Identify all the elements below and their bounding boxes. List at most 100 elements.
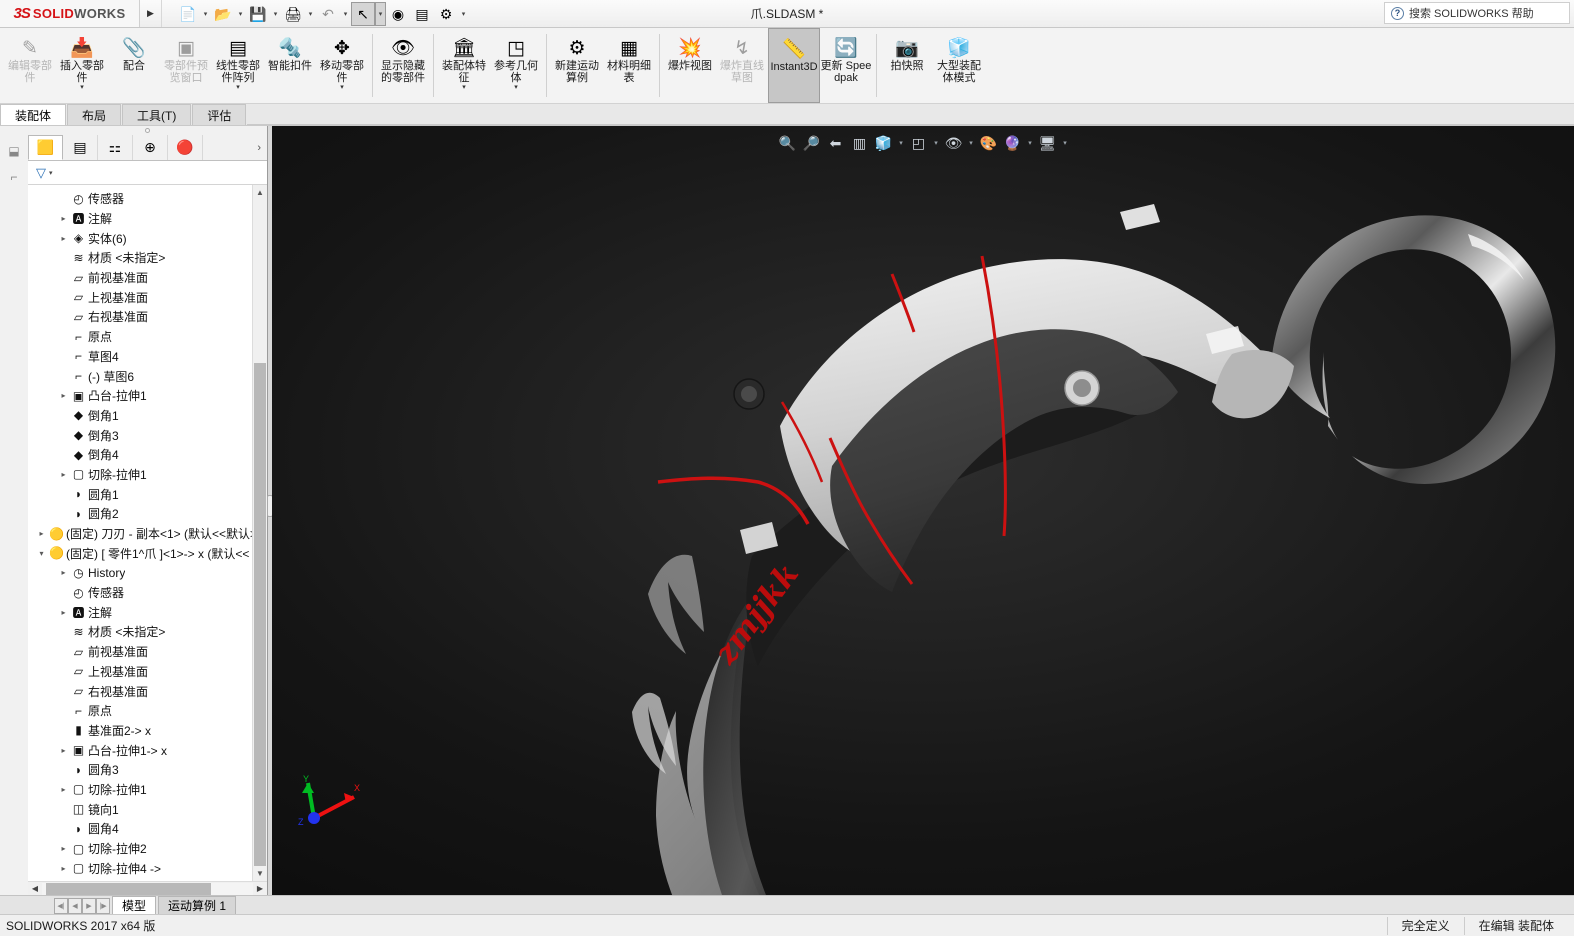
tree-item[interactable]: ◗ 圆角3 bbox=[28, 760, 267, 780]
ribbon-button-mate-paperclip[interactable]: 📎 配合 bbox=[108, 28, 160, 103]
tree-item[interactable]: ◆ 倒角3 bbox=[28, 425, 267, 445]
dimxpert-manager[interactable]: ⊕ bbox=[133, 135, 168, 160]
tree-item[interactable]: ▸ ▢ 切除-拉伸1 bbox=[28, 465, 267, 485]
property-manager[interactable]: ▤ bbox=[63, 135, 98, 160]
hscroll-track[interactable] bbox=[42, 882, 253, 895]
ribbon-button-new-motion-study[interactable]: ⚙ 新建运动算例 bbox=[551, 28, 603, 103]
ribbon-button-insert-component[interactable]: 📥 插入零部件 ▾ bbox=[56, 28, 108, 103]
chevron-down-icon[interactable]: ▾ bbox=[375, 1, 386, 26]
panel-expand-arrow-icon[interactable]: › bbox=[257, 142, 267, 154]
cursor-arrow-icon[interactable]: ↖ bbox=[351, 1, 375, 26]
ribbon-button-update-speedpak[interactable]: 🔄 更新 Speedpak bbox=[820, 28, 872, 103]
chevron-down-icon[interactable]: ▾ bbox=[49, 169, 53, 177]
new-document-icon[interactable]: 📄 bbox=[176, 2, 200, 26]
ribbon-button-reference-geometry[interactable]: ◳ 参考几何体 ▾ bbox=[490, 28, 542, 103]
tree-expand-arrow-icon[interactable]: ▸ bbox=[58, 746, 69, 755]
tree-item[interactable]: ▸ ▣ 凸台-拉伸1 bbox=[28, 386, 267, 406]
tree-item[interactable]: ▮ 基准面2-> x bbox=[28, 721, 267, 741]
command-tab-布局[interactable]: 布局 bbox=[67, 104, 122, 125]
tree-expand-arrow-icon[interactable]: ▸ bbox=[58, 214, 69, 223]
chevron-down-icon[interactable]: ▾ bbox=[270, 2, 281, 26]
help-search-box[interactable]: ? 搜索 SOLIDWORKS 帮助 bbox=[1384, 2, 1570, 24]
tree-item[interactable]: ▸ 🅰 注解 bbox=[28, 209, 267, 229]
ribbon-button-assembly-feature[interactable]: 🏛 装配体特征 ▾ bbox=[438, 28, 490, 103]
tree-item[interactable]: ▸ ▣ 凸台-拉伸1-> x bbox=[28, 740, 267, 760]
next-config-button[interactable]: ▶ bbox=[82, 898, 96, 914]
first-config-button[interactable]: ◀| bbox=[54, 898, 68, 914]
tree-item[interactable]: ◆ 倒角1 bbox=[28, 406, 267, 426]
tree-expand-arrow-icon[interactable]: ▸ bbox=[58, 608, 69, 617]
tree-item[interactable]: ⌐ 草图4 bbox=[28, 347, 267, 367]
funnel-filter-icon[interactable]: ▽ bbox=[36, 165, 46, 181]
open-folder-icon[interactable]: 📂 bbox=[211, 2, 235, 26]
command-tab-工具(T)[interactable]: 工具(T) bbox=[122, 104, 192, 125]
tree-item[interactable]: ◴ 传感器 bbox=[28, 189, 267, 209]
tree-item[interactable]: ▸ ▢ 切除-拉伸2 bbox=[28, 839, 267, 859]
ribbon-button-linear-component-pattern[interactable]: ▤ 线性零部件阵列 ▾ bbox=[212, 28, 264, 103]
scroll-up-arrow-icon[interactable]: ▲ bbox=[253, 185, 267, 200]
tree-item[interactable]: ▸ 🅰 注解 bbox=[28, 602, 267, 622]
tree-filter-bar[interactable]: ▽ ▾ bbox=[28, 161, 267, 185]
command-tab-评估[interactable]: 评估 bbox=[192, 104, 247, 125]
chevron-down-icon[interactable]: ▾ bbox=[514, 84, 518, 92]
tree-item[interactable]: ◴ 传感器 bbox=[28, 583, 267, 603]
tree-item[interactable]: ▱ 右视基准面 bbox=[28, 307, 267, 327]
ribbon-button-instant3d[interactable]: 📏 Instant3D bbox=[768, 28, 820, 103]
tree-item[interactable]: ▸ ▢ 切除-拉伸4 -> bbox=[28, 858, 267, 878]
ribbon-button-move-component[interactable]: ✥ 移动零部件 ▾ bbox=[316, 28, 368, 103]
chevron-down-icon[interactable]: ▾ bbox=[200, 2, 211, 26]
display-manager[interactable]: 🔴 bbox=[168, 135, 203, 160]
tree-expand-arrow-icon[interactable]: ▸ bbox=[58, 844, 69, 853]
tree-item[interactable]: ▸ ▢ 切除-拉伸1 bbox=[28, 780, 267, 800]
scroll-left-arrow-icon[interactable]: ◀ bbox=[28, 884, 42, 893]
chevron-down-icon[interactable]: ▾ bbox=[80, 84, 84, 92]
ribbon-button-large-assembly-mode[interactable]: 🧊 大型装配体模式 bbox=[933, 28, 985, 103]
scroll-down-arrow-icon[interactable]: ▼ bbox=[253, 866, 267, 881]
tree-item[interactable]: ◗ 圆角4 bbox=[28, 819, 267, 839]
tree-item[interactable]: ▱ 上视基准面 bbox=[28, 287, 267, 307]
bottom-tab-运动算例 1[interactable]: 运动算例 1 bbox=[158, 896, 237, 914]
panel-grip[interactable] bbox=[28, 126, 267, 135]
properties-list-icon[interactable]: ▤ bbox=[410, 2, 434, 26]
chevron-down-icon[interactable]: ▾ bbox=[305, 2, 316, 26]
tree-item[interactable]: ▸ ◷ History bbox=[28, 563, 267, 583]
tree-horizontal-scrollbar[interactable]: ◀ ▶ bbox=[28, 881, 267, 895]
ribbon-button-camera-snapshot[interactable]: 📷 拍快照 bbox=[881, 28, 933, 103]
tree-item[interactable]: ▸ 🟡 (固定) 刀刃 - 副本<1> (默认<<默认> bbox=[28, 524, 267, 544]
graphics-viewport[interactable]: 🔍 🔎 ⬅ ▥ 🧊 ▾ ◰ ▾ 👁 ▾ 🎨 🔮 ▾ 🖥 ▾ zmjjkk X Y… bbox=[272, 126, 1574, 895]
ribbon-button-bill-of-materials[interactable]: ▦ 材料明细表 bbox=[603, 28, 655, 103]
tree-expand-arrow-icon[interactable]: ▸ bbox=[58, 470, 69, 479]
traffic-light-icon[interactable]: ◉ bbox=[386, 2, 410, 26]
tree-expand-arrow-icon[interactable]: ▸ bbox=[58, 568, 69, 577]
tree-item[interactable]: ▸ ◈ 实体(6) bbox=[28, 228, 267, 248]
ribbon-button-show-hidden-components[interactable]: 👁 显示隐藏的零部件 bbox=[377, 28, 429, 103]
tree-expand-arrow-icon[interactable]: ▾ bbox=[36, 549, 47, 558]
tree-expand-arrow-icon[interactable]: ▸ bbox=[58, 391, 69, 400]
tree-item[interactable]: ⌐ 原点 bbox=[28, 327, 267, 347]
ribbon-button-exploded-view[interactable]: 💥 爆炸视图 bbox=[664, 28, 716, 103]
flyout-tree-icon[interactable]: ⬓ bbox=[4, 142, 24, 160]
scroll-right-arrow-icon[interactable]: ▶ bbox=[253, 884, 267, 893]
tree-item[interactable]: ▾ 🟡 (固定) [ 零件1^爪 ]<1>-> x (默认<< bbox=[28, 543, 267, 563]
tree-expand-arrow-icon[interactable]: ▸ bbox=[36, 529, 47, 538]
tree-item[interactable]: ⌐ (-) 草图6 bbox=[28, 366, 267, 386]
previous-config-button[interactable]: ◀ bbox=[68, 898, 82, 914]
chevron-down-icon[interactable]: ▾ bbox=[235, 2, 246, 26]
tree-expand-arrow-icon[interactable]: ▸ bbox=[58, 234, 69, 243]
tree-expand-arrow-icon[interactable]: ▸ bbox=[58, 864, 69, 873]
hscroll-thumb[interactable] bbox=[46, 882, 211, 895]
tree-item[interactable]: ◫ 镜向1 bbox=[28, 799, 267, 819]
feature-tree[interactable]: ◴ 传感器 ▸ 🅰 注解 ▸ ◈ 实体(6) ≋ 材质 <未指定> ▱ 前视基准面 ▱ 上视基准面 ▱ 右视基… bbox=[28, 185, 267, 881]
menu-expand-arrow-icon[interactable]: ▶ bbox=[140, 0, 162, 27]
tree-vertical-scrollbar[interactable]: ▲ ▼ bbox=[252, 185, 267, 881]
chevron-down-icon[interactable]: ▾ bbox=[458, 2, 469, 26]
tree-item[interactable]: ⌐ 原点 bbox=[28, 701, 267, 721]
floppy-disk-icon[interactable]: 💾 bbox=[246, 2, 270, 26]
tree-item[interactable]: ▱ 前视基准面 bbox=[28, 642, 267, 662]
command-tab-装配体[interactable]: 装配体 bbox=[0, 104, 67, 125]
tree-item[interactable]: ≋ 材质 <未指定> bbox=[28, 622, 267, 642]
printer-icon[interactable]: 🖨 bbox=[281, 2, 305, 26]
bottom-tab-模型[interactable]: 模型 bbox=[112, 896, 157, 914]
tree-item[interactable]: ◗ 圆角2 bbox=[28, 504, 267, 524]
tree-item[interactable]: ▱ 上视基准面 bbox=[28, 662, 267, 682]
